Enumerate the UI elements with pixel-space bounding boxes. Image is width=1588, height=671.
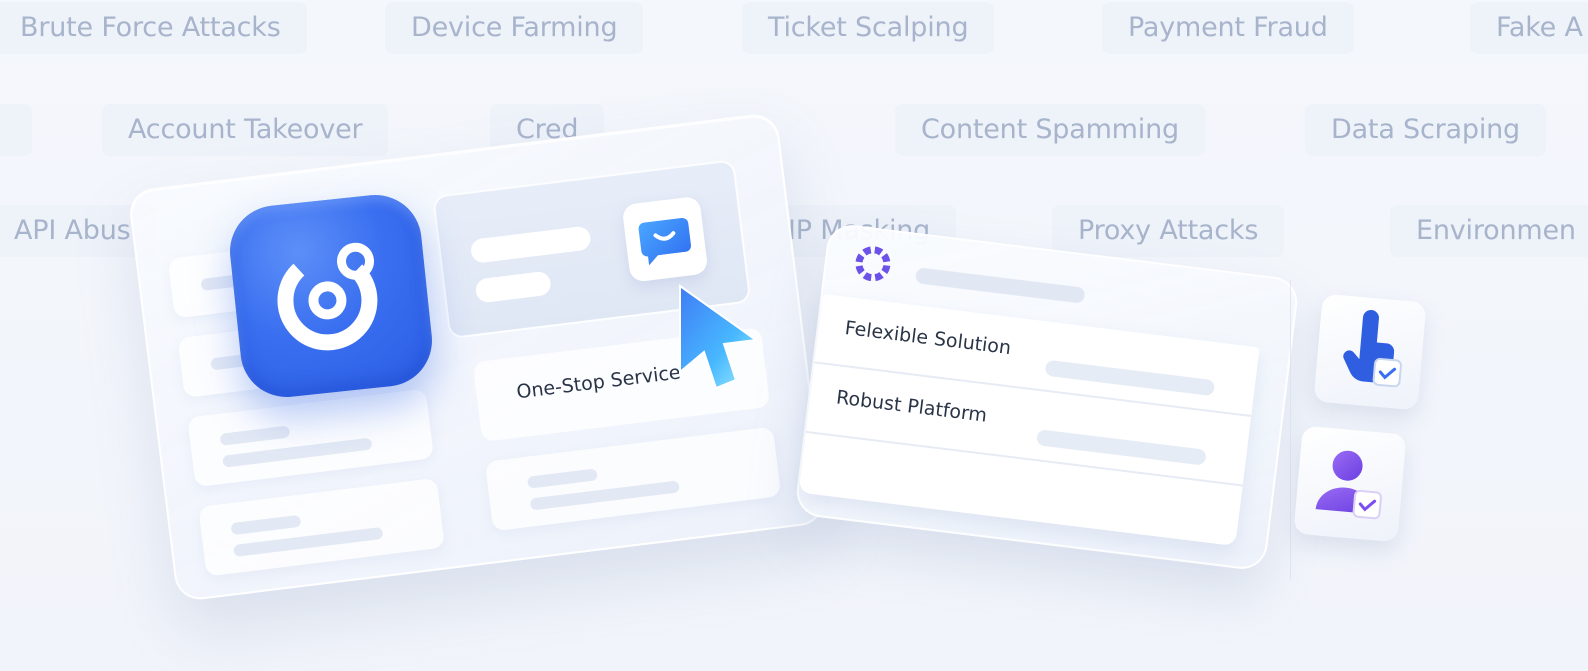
tag-fake-accounts: Fake A [1470, 2, 1588, 54]
dash-block [484, 426, 782, 532]
tag-partial [0, 104, 32, 156]
card-header-placeholder [914, 267, 1086, 304]
row-label-robust: Robust Platform [835, 386, 989, 427]
brand-g-icon [277, 242, 378, 351]
user-check-tile [1293, 425, 1407, 543]
tap-check-tile [1313, 293, 1427, 411]
row-label-flexible: Felexible Solution [843, 316, 1013, 360]
tag-account-takeover: Account Takeover [102, 104, 389, 156]
tag-proxy-attacks: Proxy Attacks [1052, 205, 1285, 257]
tag-content-spamming: Content Spamming [895, 104, 1205, 156]
tag-brute-force: Brute Force Attacks [0, 2, 307, 54]
one-stop-service-label: One-Stop Service [515, 361, 682, 404]
tag-data-scraping: Data Scraping [1305, 104, 1546, 156]
dash-block [187, 388, 434, 488]
check-badge-icon [1372, 357, 1402, 388]
brand-app-icon [225, 190, 437, 402]
tag-ticket-scalping: Ticket Scalping [742, 2, 995, 54]
tag-environment: Environmen [1390, 205, 1588, 257]
tag-device-farming: Device Farming [385, 2, 644, 54]
dotted-ring-icon [855, 246, 891, 282]
row-placeholder-bar [1036, 429, 1207, 466]
chat-button[interactable] [621, 195, 709, 283]
dash-block [198, 477, 445, 577]
tag-payment-fraud: Payment Fraud [1102, 2, 1354, 54]
user-icon [1315, 450, 1382, 520]
row-placeholder-bar [1044, 359, 1216, 397]
hero-illustration: Brute Force Attacks Device Farming Ticke… [0, 0, 1588, 671]
pointer-cursor-icon [679, 284, 759, 390]
chat-smile-icon [638, 218, 691, 266]
solution-card: Felexible Solution Robust Platform [793, 222, 1301, 572]
hand-tap-icon [1343, 309, 1402, 388]
solution-list: Felexible Solution Robust Platform [798, 293, 1260, 547]
pointer-cursor [672, 282, 762, 392]
